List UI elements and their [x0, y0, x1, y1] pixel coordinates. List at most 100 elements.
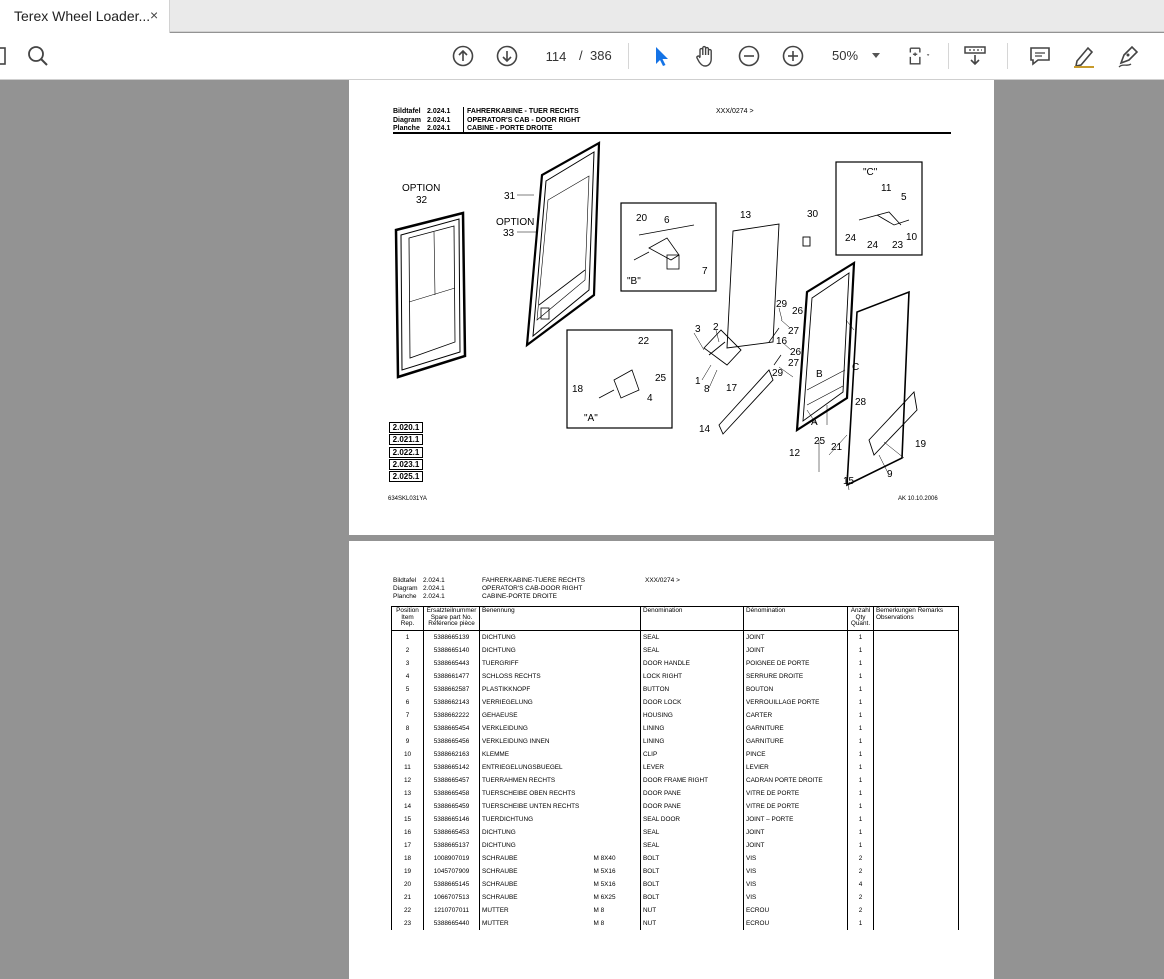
reference-link[interactable]: 2.021.1: [389, 434, 423, 446]
cell-spec: [591, 721, 641, 735]
cell-en: DOOR PANE: [640, 786, 744, 800]
cell-spec: [591, 773, 641, 787]
cell-pos: 8: [391, 721, 424, 735]
callout-label: 18: [572, 384, 584, 395]
callout-label: 16: [776, 336, 788, 347]
cell-remarks: [873, 669, 959, 683]
cell-fr: GARNITURE: [743, 734, 848, 748]
highlight-pen-icon[interactable]: [1071, 43, 1097, 69]
callout-label: C: [852, 362, 859, 373]
cell-en: SEAL: [640, 630, 744, 644]
previous-page-icon[interactable]: [450, 43, 476, 69]
cell-part: 5388665456: [423, 734, 480, 748]
draw-icon[interactable]: [1115, 43, 1141, 69]
reference-link[interactable]: 2.022.1: [389, 446, 423, 458]
table-row: 19 1045707909 SCHRAUBE M 5X16 BOLT VIS 2: [391, 864, 959, 878]
column-header: Denomination: [640, 606, 744, 631]
callout-label: 20: [636, 213, 648, 224]
zoom-in-icon[interactable]: [780, 43, 806, 69]
cell-part: 5388665458: [423, 786, 480, 800]
tab-bar: Terex Wheel Loader... ×: [0, 0, 1164, 33]
toolbar: / 386 50%: [0, 33, 1164, 80]
cell-qty: 1: [847, 799, 874, 813]
callout-label: 17: [726, 383, 738, 394]
cell-de: PLASTIKKNOPF: [479, 682, 592, 696]
page-fit-icon[interactable]: [906, 43, 932, 69]
cell-pos: 9: [391, 734, 424, 748]
cell-pos: 6: [391, 695, 424, 709]
cell-remarks: [873, 786, 959, 800]
reference-link[interactable]: 2.023.1: [389, 458, 423, 470]
cell-remarks: [873, 682, 959, 696]
table-row: 9 5388665456 VERKLEIDUNG INNEN LINING GARNIT…: [391, 734, 959, 748]
table-row: 23 5388665440 MUTTER M 8 NUT ECROU 1: [391, 916, 959, 930]
cell-pos: 16: [391, 825, 424, 839]
cell-qty: 2: [847, 903, 874, 917]
cell-qty: 1: [847, 695, 874, 709]
cell-part: 1008907019: [423, 851, 480, 865]
cell-spec: [591, 747, 641, 761]
cell-part: 5388665453: [423, 825, 480, 839]
callout-label: 12: [789, 448, 801, 459]
callout-label: 30: [807, 209, 819, 220]
page-number-input[interactable]: [540, 45, 572, 67]
cell-fr: CADRAN PORTE DROITE: [743, 773, 848, 787]
callout-label: 5: [901, 192, 907, 203]
callout-label: OPTION: [496, 217, 534, 228]
hand-tool-icon[interactable]: [692, 43, 718, 69]
cell-part: 1066707513: [423, 890, 480, 904]
table-row: 17 5388665137 DICHTUNG SEAL JOINT 1: [391, 838, 959, 852]
zoom-out-icon[interactable]: [736, 43, 762, 69]
close-icon[interactable]: ×: [150, 7, 158, 23]
parts-header-keys: Bildtafel Diagram Planche: [393, 577, 418, 601]
cell-spec: [591, 786, 641, 800]
cell-pos: 11: [391, 760, 424, 774]
callout-label: 14: [699, 424, 711, 435]
cell-part: 5388665457: [423, 773, 480, 787]
cell-spec: [591, 760, 641, 774]
callout-label: "C": [863, 167, 878, 178]
cell-pos: 13: [391, 786, 424, 800]
cell-remarks: [873, 916, 959, 930]
cell-en: LINING: [640, 721, 744, 735]
cell-pos: 20: [391, 877, 424, 891]
reference-link[interactable]: 2.025.1: [389, 471, 423, 483]
document-viewport[interactable]: Bildtafel Diagram Planche 2.024.1 2.024.…: [0, 80, 1164, 979]
cell-remarks: [873, 734, 959, 748]
comment-icon[interactable]: [1027, 43, 1053, 69]
callout-label: "B": [627, 276, 641, 287]
zoom-select[interactable]: 50%: [824, 44, 886, 68]
scroll-mode-icon[interactable]: [962, 43, 988, 69]
next-page-icon[interactable]: [494, 43, 520, 69]
table-row: 18 1008907019 SCHRAUBE M 8X40 BOLT VIS 2: [391, 851, 959, 865]
cell-qty: 1: [847, 708, 874, 722]
cell-spec: [591, 734, 641, 748]
table-row: 6 5388662143 VERRIEGELUNG DOOR LOCK VERROUIL…: [391, 695, 959, 709]
table-row: 8 5388665454 VERKLEIDUNG LINING GARNITURE 1: [391, 721, 959, 735]
reference-link[interactable]: 2.020.1: [389, 422, 423, 433]
callout-label: 15: [843, 476, 855, 487]
callout-label: 11: [881, 183, 892, 194]
cell-de: KLEMME: [479, 747, 592, 761]
document-tab[interactable]: Terex Wheel Loader... ×: [0, 0, 170, 33]
search-icon[interactable]: [25, 43, 51, 69]
column-header: Benennung: [479, 606, 641, 631]
cell-de: SCHLOSS RECHTS: [479, 669, 592, 683]
cell-part: 5388661477: [423, 669, 480, 683]
callout-label: 25: [655, 373, 667, 384]
table-row: 16 5388665453 DICHTUNG SEAL JOINT 1: [391, 825, 959, 839]
header-num: 2.024.1: [423, 577, 445, 584]
callout-label: 28: [855, 397, 867, 408]
zoom-value: 50%: [832, 48, 859, 63]
cell-en: BOLT: [640, 851, 744, 865]
cell-pos: 12: [391, 773, 424, 787]
page-thumbnail-icon[interactable]: [0, 43, 12, 69]
callout-label: 29: [772, 368, 784, 379]
select-cursor-icon[interactable]: [648, 43, 674, 69]
cell-qty: 1: [847, 682, 874, 696]
table-row: 13 5388665458 TUERSCHEIBE OBEN RECHTS DOOR …: [391, 786, 959, 800]
cell-remarks: [873, 812, 959, 826]
cell-de: TUERSCHEIBE OBEN RECHTS: [479, 786, 592, 800]
cell-spec: M 5X16: [591, 864, 641, 878]
header-num: 2.024.1: [423, 585, 445, 592]
